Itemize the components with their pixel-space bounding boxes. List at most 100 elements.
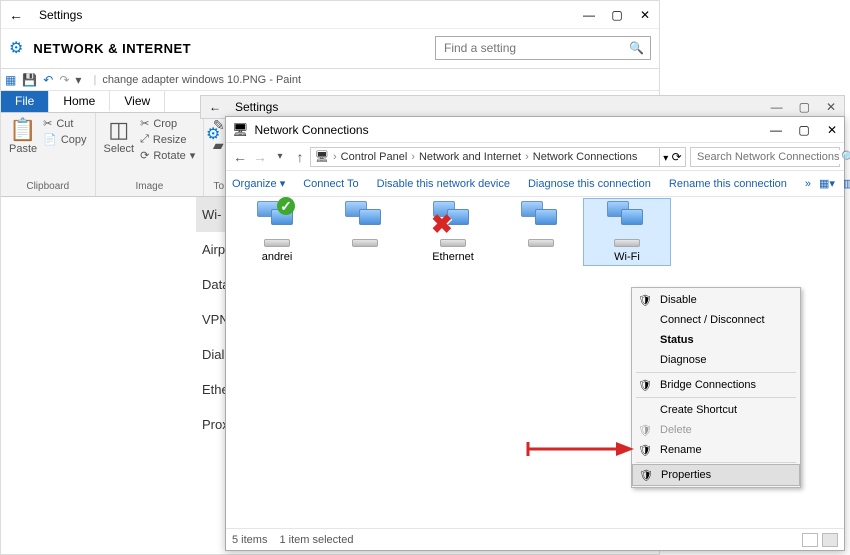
copy-button[interactable]: 📄 Copy: [43, 133, 86, 146]
redo-icon[interactable]: ↷: [59, 73, 69, 87]
view-details-icon[interactable]: [802, 533, 818, 547]
breadcrumb-item[interactable]: Control Panel: [341, 151, 408, 163]
shield-icon: 🛡: [638, 444, 652, 457]
save-icon[interactable]: 💾: [22, 73, 37, 87]
rotate-dropdown-icon[interactable]: ▾: [190, 149, 196, 162]
paste-label: Paste: [9, 143, 37, 155]
settings-search-input[interactable]: [442, 40, 629, 56]
maximize-icon[interactable]: ▢: [798, 123, 810, 137]
menu-diagnose[interactable]: Diagnose: [632, 350, 800, 370]
context-menu: 🛡Disable Connect / Disconnect Status Dia…: [631, 287, 801, 488]
status-error-icon: ✖: [431, 215, 449, 233]
shield-icon: 🛡: [639, 469, 653, 482]
net-item-label: andrei: [234, 251, 320, 263]
menu-create-shortcut[interactable]: Create Shortcut: [632, 400, 800, 420]
image-group-label: Image: [136, 181, 164, 192]
back-icon[interactable]: ←: [9, 7, 29, 23]
explorer-toolbar: Organize ▾ Connect To Disable this netwo…: [226, 171, 844, 197]
rotate-label: Rotate: [153, 150, 185, 162]
menu-properties[interactable]: 🛡Properties: [632, 464, 800, 486]
breadcrumb-item[interactable]: Network Connections: [533, 151, 638, 163]
menu-delete: 🛡Delete: [632, 420, 800, 440]
clipboard-group-label: Clipboard: [26, 181, 69, 192]
nav-up-icon[interactable]: ↑: [290, 149, 310, 165]
menu-rename[interactable]: 🛡Rename: [632, 440, 800, 460]
menu-bridge[interactable]: 🛡Bridge Connections: [632, 375, 800, 395]
shield-icon: 🛡: [638, 294, 652, 307]
view-large-icons-icon[interactable]: [822, 533, 838, 547]
explorer-window: 🖥 Network Connections — ▢ ✕ ← → ▾ ↑ 🖥 › …: [225, 116, 845, 551]
rotate-icon: ⟳: [140, 149, 149, 162]
select-button[interactable]: ◫ Select: [104, 117, 135, 155]
close-icon[interactable]: ✕: [639, 8, 651, 22]
nav-back-icon[interactable]: ←: [230, 149, 250, 165]
refresh-button[interactable]: ▾ ⟳: [660, 147, 686, 167]
search-icon[interactable]: 🔍: [629, 41, 644, 55]
paint-quick-access-toolbar: ▦ 💾 ↶ ↷ ▾ | change adapter windows 10.PN…: [1, 69, 659, 91]
close-icon[interactable]: ✕: [826, 123, 838, 137]
select-icon: ◫: [108, 117, 129, 143]
view-dropdown-icon[interactable]: ▦▾: [819, 177, 835, 190]
annotation-arrow: [526, 439, 636, 459]
ribbon-clipboard-group: 📋 Paste ✂ Cut 📄 Copy Clipboard: [1, 113, 96, 196]
explorer-addressbar: ← → ▾ ↑ 🖥 › Control Panel › Network and …: [226, 143, 844, 171]
rename-button[interactable]: Rename this connection: [669, 178, 787, 190]
status-item-count: 5 items: [232, 534, 267, 546]
crop-button[interactable]: ✂Crop: [140, 117, 177, 130]
cut-button[interactable]: ✂ Cut: [43, 117, 73, 130]
cut-label: Cut: [56, 118, 73, 130]
menu-status[interactable]: Status: [632, 330, 800, 350]
menu-connect-disconnect[interactable]: Connect / Disconnect: [632, 310, 800, 330]
shield-icon: 🛡: [638, 424, 652, 437]
paint-app-icon[interactable]: ▦: [5, 73, 16, 87]
settings-header: ⚙ NETWORK & INTERNET 🔍: [1, 29, 659, 67]
explorer-content[interactable]: ✓ andrei ✖ Ethernet W: [226, 197, 844, 527]
maximize-icon[interactable]: ▢: [611, 8, 623, 22]
search-icon[interactable]: 🔍: [841, 150, 850, 164]
qat-dropdown-icon[interactable]: ▾: [75, 73, 81, 87]
tab-view[interactable]: View: [110, 91, 165, 112]
rotate-button[interactable]: ⟳ Rotate ▾: [140, 149, 195, 162]
minimize-icon[interactable]: —: [583, 8, 595, 22]
tab-file[interactable]: File: [1, 91, 49, 112]
nav-history-icon[interactable]: ▾: [270, 151, 290, 162]
explorer-title: Network Connections: [255, 123, 770, 137]
tab-home[interactable]: Home: [49, 91, 110, 112]
close-icon[interactable]: ✕: [826, 100, 836, 114]
address-field[interactable]: 🖥 › Control Panel › Network and Internet…: [310, 147, 660, 167]
settings-search[interactable]: 🔍: [435, 36, 651, 60]
net-item-label: Ethernet: [410, 251, 496, 263]
resize-icon: ⤢: [140, 133, 149, 146]
connect-to-button[interactable]: Connect To: [303, 178, 358, 190]
minimize-icon[interactable]: —: [770, 123, 782, 137]
copy-label: Copy: [61, 134, 87, 146]
shield-icon: 🛡: [638, 379, 652, 392]
preview-pane-icon[interactable]: ▥: [843, 177, 850, 190]
maximize-icon[interactable]: ▢: [799, 100, 810, 114]
net-item-ethernet[interactable]: ✖ Ethernet: [410, 201, 496, 263]
organize-button[interactable]: Organize ▾: [232, 177, 285, 190]
resize-button[interactable]: ⤢Resize: [140, 133, 186, 146]
diagnose-button[interactable]: Diagnose this connection: [528, 178, 651, 190]
undo-icon[interactable]: ↶: [43, 73, 53, 87]
nav-forward-icon[interactable]: →: [250, 149, 270, 165]
net-item-wifi[interactable]: Wi-Fi: [584, 199, 670, 265]
net-item-andrei[interactable]: ✓ andrei: [234, 201, 320, 263]
menu-disable[interactable]: 🛡Disable: [632, 290, 800, 310]
paste-button[interactable]: 📋 Paste: [9, 117, 37, 155]
paste-icon: 📋: [9, 117, 36, 143]
more-icon[interactable]: »: [805, 178, 811, 190]
copy-icon: 📄: [43, 133, 57, 146]
net-item-2[interactable]: [322, 201, 408, 251]
minimize-icon[interactable]: —: [771, 100, 783, 114]
cut-icon: ✂: [43, 117, 52, 130]
paint-title: change adapter windows 10.PNG - Paint: [102, 74, 301, 86]
explorer-search-input[interactable]: [695, 150, 841, 164]
breadcrumb-item[interactable]: Network and Internet: [419, 151, 521, 163]
crop-icon: ✂: [140, 117, 149, 130]
back-icon[interactable]: ←: [209, 100, 221, 114]
net-item-4[interactable]: [498, 201, 584, 251]
net-item-label: Wi-Fi: [584, 251, 670, 263]
disable-device-button[interactable]: Disable this network device: [377, 178, 510, 190]
explorer-search[interactable]: 🔍: [690, 147, 840, 167]
